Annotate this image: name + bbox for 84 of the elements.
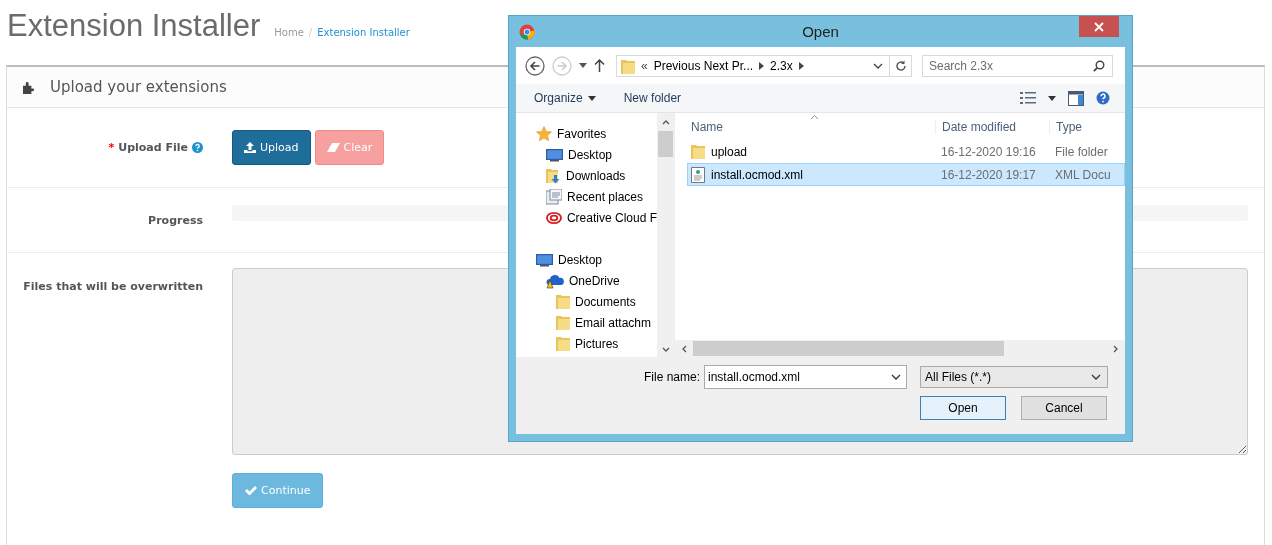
nav-pane-item[interactable]: Creative Cloud F <box>516 207 657 228</box>
search-field[interactable]: Search 2.3x <box>922 54 1113 77</box>
file-row[interactable]: install.ocmod.xml 16-12-2020 19:17 XML Docu <box>687 163 1125 186</box>
search-icon <box>1093 59 1105 72</box>
upload-button[interactable]: Upload <box>232 130 311 165</box>
column-header[interactable]: Type <box>1049 119 1125 134</box>
circle-logo-icon <box>519 24 535 40</box>
nav-pane-item[interactable]: Email attachm <box>516 312 657 333</box>
file-name-label: File name: <box>643 370 700 384</box>
file-type: File folder <box>1054 144 1109 159</box>
scroll-left-icon[interactable] <box>681 344 687 353</box>
folder-icon <box>556 314 570 331</box>
star-icon <box>536 125 552 142</box>
scrollbar-thumb[interactable] <box>693 341 1004 356</box>
document-icon <box>691 166 705 183</box>
scrollbar-thumb[interactable] <box>658 131 673 157</box>
swirl-logo-icon <box>546 210 562 225</box>
refresh-button[interactable] <box>890 54 912 77</box>
cancel-button[interactable]: Cancel <box>1021 396 1107 420</box>
field-label: Progress <box>148 213 203 227</box>
cloud-warning-icon <box>546 272 564 289</box>
nav-pane-item[interactable]: Recent places <box>516 186 657 207</box>
nav-pane-item[interactable]: OneDrive <box>516 270 657 291</box>
file-name: install.ocmod.xml <box>711 167 804 182</box>
file-name-field[interactable]: install.ocmod.xml <box>704 365 907 389</box>
refresh-icon <box>894 59 907 72</box>
dropdown-caret-icon <box>587 95 596 101</box>
chevron-down-icon[interactable] <box>873 62 883 69</box>
chevron-right-icon[interactable] <box>759 61 765 70</box>
file-type-dropdown[interactable]: All Files (*.*) <box>920 366 1108 388</box>
view-list-icon[interactable] <box>1020 92 1036 104</box>
back-icon[interactable] <box>525 55 545 76</box>
puzzle-icon <box>22 80 37 94</box>
folder-icon <box>556 335 570 352</box>
field-label: Upload File <box>118 141 188 154</box>
toolbar-button[interactable]: New folder <box>623 91 682 105</box>
upload-icon <box>244 142 256 153</box>
file-row[interactable]: upload 16-12-2020 19:16 File folder <box>687 140 1125 163</box>
recent-places-icon <box>546 188 562 205</box>
breadcrumb-separator: / <box>308 27 313 38</box>
panel-heading: Upload your extensions <box>50 78 227 96</box>
folder-download-icon <box>546 167 561 184</box>
vertical-scrollbar[interactable] <box>657 113 674 357</box>
folder-icon <box>556 293 570 310</box>
dropdown-caret-icon[interactable] <box>1048 95 1056 101</box>
folder-icon <box>621 57 635 74</box>
toolbar-button[interactable]: Organize <box>534 91 596 105</box>
required-asterisk: * <box>108 141 115 154</box>
file-name: upload <box>711 144 748 159</box>
dialog-title: Open <box>802 23 839 40</box>
file-date: 16-12-2020 19:17 <box>940 167 1037 182</box>
page-title: Extension Installer <box>7 8 261 44</box>
up-arrow-icon[interactable] <box>594 59 605 72</box>
nav-pane-item[interactable]: Desktop <box>516 249 657 270</box>
scroll-right-icon[interactable] <box>1113 344 1119 353</box>
nav-pane-item[interactable]: Favorites <box>516 123 657 144</box>
folder-icon <box>691 143 705 160</box>
help-icon[interactable] <box>1096 91 1110 105</box>
check-icon <box>245 485 257 496</box>
preview-pane-icon[interactable] <box>1068 90 1084 106</box>
help-icon[interactable] <box>192 142 203 153</box>
monitor-icon <box>546 147 563 162</box>
nav-pane-item[interactable]: Documents <box>516 291 657 312</box>
address-bar[interactable]: « Previous Next Pr... 2.3x <box>616 54 890 77</box>
chevron-right-icon[interactable] <box>798 61 804 70</box>
eraser-icon <box>326 143 340 152</box>
field-label: Files that will be overwritten <box>23 280 203 293</box>
chevron-down-icon[interactable] <box>891 374 901 380</box>
column-header[interactable]: Name <box>691 119 935 134</box>
open-button[interactable]: Open <box>920 396 1006 420</box>
chevron-down-icon <box>1091 374 1101 380</box>
column-header[interactable]: Date modified <box>935 119 1049 134</box>
horizontal-scrollbar[interactable] <box>675 340 1125 357</box>
monitor-icon <box>536 252 553 267</box>
close-icon <box>1094 21 1104 32</box>
close-button[interactable] <box>1079 16 1119 37</box>
file-date: 16-12-2020 19:16 <box>940 144 1037 159</box>
nav-pane-item[interactable]: Downloads <box>516 165 657 186</box>
breadcrumb-link[interactable]: Extension Installer <box>317 27 410 38</box>
scroll-down-icon[interactable] <box>661 347 670 353</box>
file-type: XML Docu <box>1054 167 1112 182</box>
scroll-up-icon[interactable] <box>661 119 670 125</box>
nav-pane-item[interactable]: Pictures <box>516 333 657 354</box>
nav-pane-item[interactable]: Desktop <box>516 144 657 165</box>
